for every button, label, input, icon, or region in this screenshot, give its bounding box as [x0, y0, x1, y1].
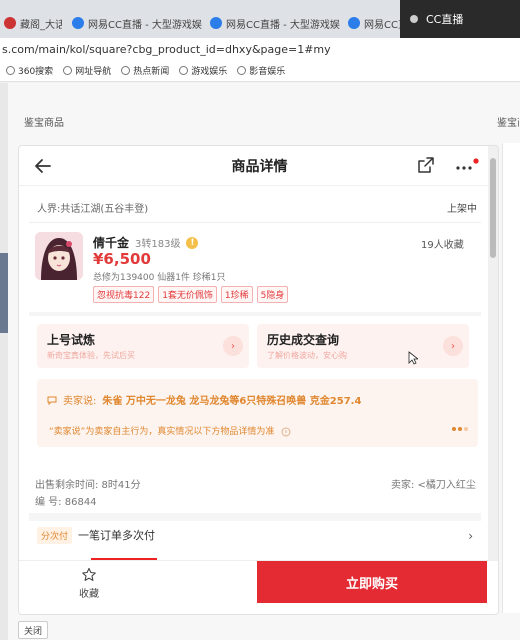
mouse-cursor-icon — [408, 351, 418, 365]
share-icon[interactable] — [417, 156, 435, 174]
bookmark-icon — [237, 66, 247, 75]
left-sidebar-edge — [0, 83, 8, 640]
bookmark-icon — [179, 66, 189, 75]
server-name: 人界:共话江湖(五谷丰登) — [37, 204, 149, 215]
bookmarks-bar: 360搜索 网址导航 热点新闻 游戏娱乐 影音娱乐 — [0, 60, 520, 82]
warning-icon[interactable]: ! — [186, 236, 199, 249]
seller-say-row: 卖家说: 朱雀 万中无一龙兔 龙马龙兔等6只特殊召唤兽 克金257.4 — [47, 392, 361, 407]
breadcrumb-right: 鉴宝商品 — [497, 118, 519, 129]
chevron-right-icon: › — [443, 336, 463, 356]
more-menu-icon[interactable] — [454, 158, 482, 174]
sidebar-block — [0, 253, 8, 333]
bookmark-icon — [63, 66, 73, 75]
cc-favicon-icon — [348, 17, 360, 29]
tag: 1珍稀 — [220, 286, 253, 303]
bookmark-icon — [121, 66, 131, 75]
installment-badge: 分次付 — [37, 526, 73, 544]
modal-header: 商品详情 — [19, 146, 498, 186]
browser-tab-bar: 藏阁_大话手游交易 ✕ 网易CC直播 - 大型游戏娱乐直播 ✕ 网易CC直播 -… — [0, 0, 520, 38]
card-subtitle: 了解价格波动，安心购 — [267, 351, 347, 360]
page-title: 商品详情 — [231, 158, 288, 175]
seller-say-text: 朱雀 万中无一龙兔 龙马龙兔等6只特殊召唤兽 克金257.4 — [102, 396, 362, 407]
address-bar[interactable]: s.com/main/kol/square?cbg_product_id=dhx… — [0, 38, 520, 60]
tag: 5隐身 — [256, 286, 289, 303]
scrollbar-thumb[interactable] — [490, 158, 496, 258]
expand-dots-icon[interactable] — [452, 427, 468, 431]
role-name-row: 倩千金 3转183级 ! — [93, 234, 199, 251]
back-arrow-icon[interactable] — [33, 156, 53, 176]
bookmark-item[interactable]: 热点新闻 — [121, 64, 169, 77]
bookmark-icon — [6, 66, 15, 75]
seller-name[interactable]: 卖家: <橘刀入红尘 — [391, 476, 476, 491]
installment-row[interactable]: 分次付 一笔订单多次付 › — [29, 513, 481, 549]
close-button[interactable]: 关闭 — [18, 621, 48, 639]
role-level: 3转183级 — [135, 239, 181, 250]
scrollbar[interactable] — [488, 146, 498, 566]
seller-say-box: 卖家说: 朱雀 万中无一龙兔 龙马龙兔等6只特殊召唤兽 克金257.4 “卖家说… — [37, 379, 478, 447]
bookmark-item[interactable]: 360搜索 — [6, 64, 53, 77]
avatar — [35, 232, 83, 280]
cc-watermark: CC直播 — [400, 0, 520, 38]
bookmark-item[interactable]: 影音娱乐 — [237, 64, 285, 77]
card-title: 历史成交查询 — [267, 333, 340, 347]
site-favicon-icon — [4, 17, 16, 29]
info-icon[interactable] — [281, 427, 291, 437]
character-portrait-icon — [35, 232, 83, 280]
tag: 1套无价佩饰 — [158, 286, 217, 303]
product-detail-modal: 商品详情 人界:共话江湖(五谷丰登) 上架中 倩千金 3转183级 ! 19人收… — [18, 145, 499, 615]
browser-tab[interactable]: 藏阁_大话手游交易 ✕ — [0, 8, 62, 38]
tag: 忽视抗毒122 — [93, 286, 155, 303]
breadcrumb: 鉴宝商品 — [24, 118, 64, 129]
browser-tab[interactable]: 网易CC直播 - 大型游戏娱乐直播 ✕ — [206, 8, 340, 38]
installment-text: 一笔订单多次付 — [78, 529, 156, 542]
chat-bubble-icon — [47, 396, 57, 405]
watermark-logo-icon — [410, 15, 418, 23]
time-left: 出售剩余时间: 8时41分 — [35, 480, 141, 491]
card-subtitle: 新奇宝真体验，先试后买 — [47, 351, 135, 360]
cc-favicon-icon — [72, 17, 84, 29]
collect-button[interactable]: 收藏 — [69, 567, 109, 600]
status-badge: 上架中 — [447, 204, 477, 215]
role-name: 倩千金 — [93, 236, 130, 250]
star-icon — [82, 567, 96, 581]
chevron-right-icon: › — [223, 336, 243, 356]
url-text: s.com/main/kol/square?cbg_product_id=dhx… — [2, 42, 331, 56]
divider — [29, 222, 481, 223]
card-title: 上号试炼 — [47, 333, 96, 347]
trade-history-card[interactable]: 历史成交查询 了解价格波动，安心购 › — [257, 324, 469, 368]
trial-login-card[interactable]: 上号试炼 新奇宝真体验，先试后买 › — [37, 324, 249, 368]
browser-tab[interactable]: 网易CC直播 - 大型游戏娱乐直播 ✕ — [68, 8, 202, 38]
page-body: 鉴宝商品 鉴宝商品 商品详情 人界:共话江湖(五谷丰登) 上架中 — [0, 83, 520, 640]
seller-say-label: 卖家说: — [63, 396, 97, 407]
right-panel — [502, 143, 520, 613]
bookmark-item[interactable]: 游戏娱乐 — [179, 64, 227, 77]
item-code: 编 号: 86844 — [35, 497, 97, 508]
collect-label: 收藏 — [79, 589, 99, 600]
buy-now-button[interactable]: 立即购买 — [257, 561, 487, 603]
bottom-action-bar: 收藏 立即购买 — [19, 560, 498, 614]
favorite-count: 19人收藏 — [421, 240, 464, 251]
chevron-right-icon: › — [468, 529, 473, 543]
server-row: 人界:共话江湖(五谷丰登) 上架中 — [37, 200, 477, 215]
tag-list: 忽视抗毒122 1套无价佩饰 1珍稀 5隐身 — [93, 286, 289, 303]
role-stats: 总修为139400 仙器1件 珍稀1只 — [93, 273, 226, 283]
divider — [29, 312, 481, 316]
disclaimer: “卖家说”为卖家自主行为，真实情况以下方物品详情为准 — [49, 424, 291, 437]
bookmark-item[interactable]: 网址导航 — [63, 64, 111, 77]
cc-favicon-icon — [210, 17, 222, 29]
price: ¥6,500 — [93, 250, 151, 268]
